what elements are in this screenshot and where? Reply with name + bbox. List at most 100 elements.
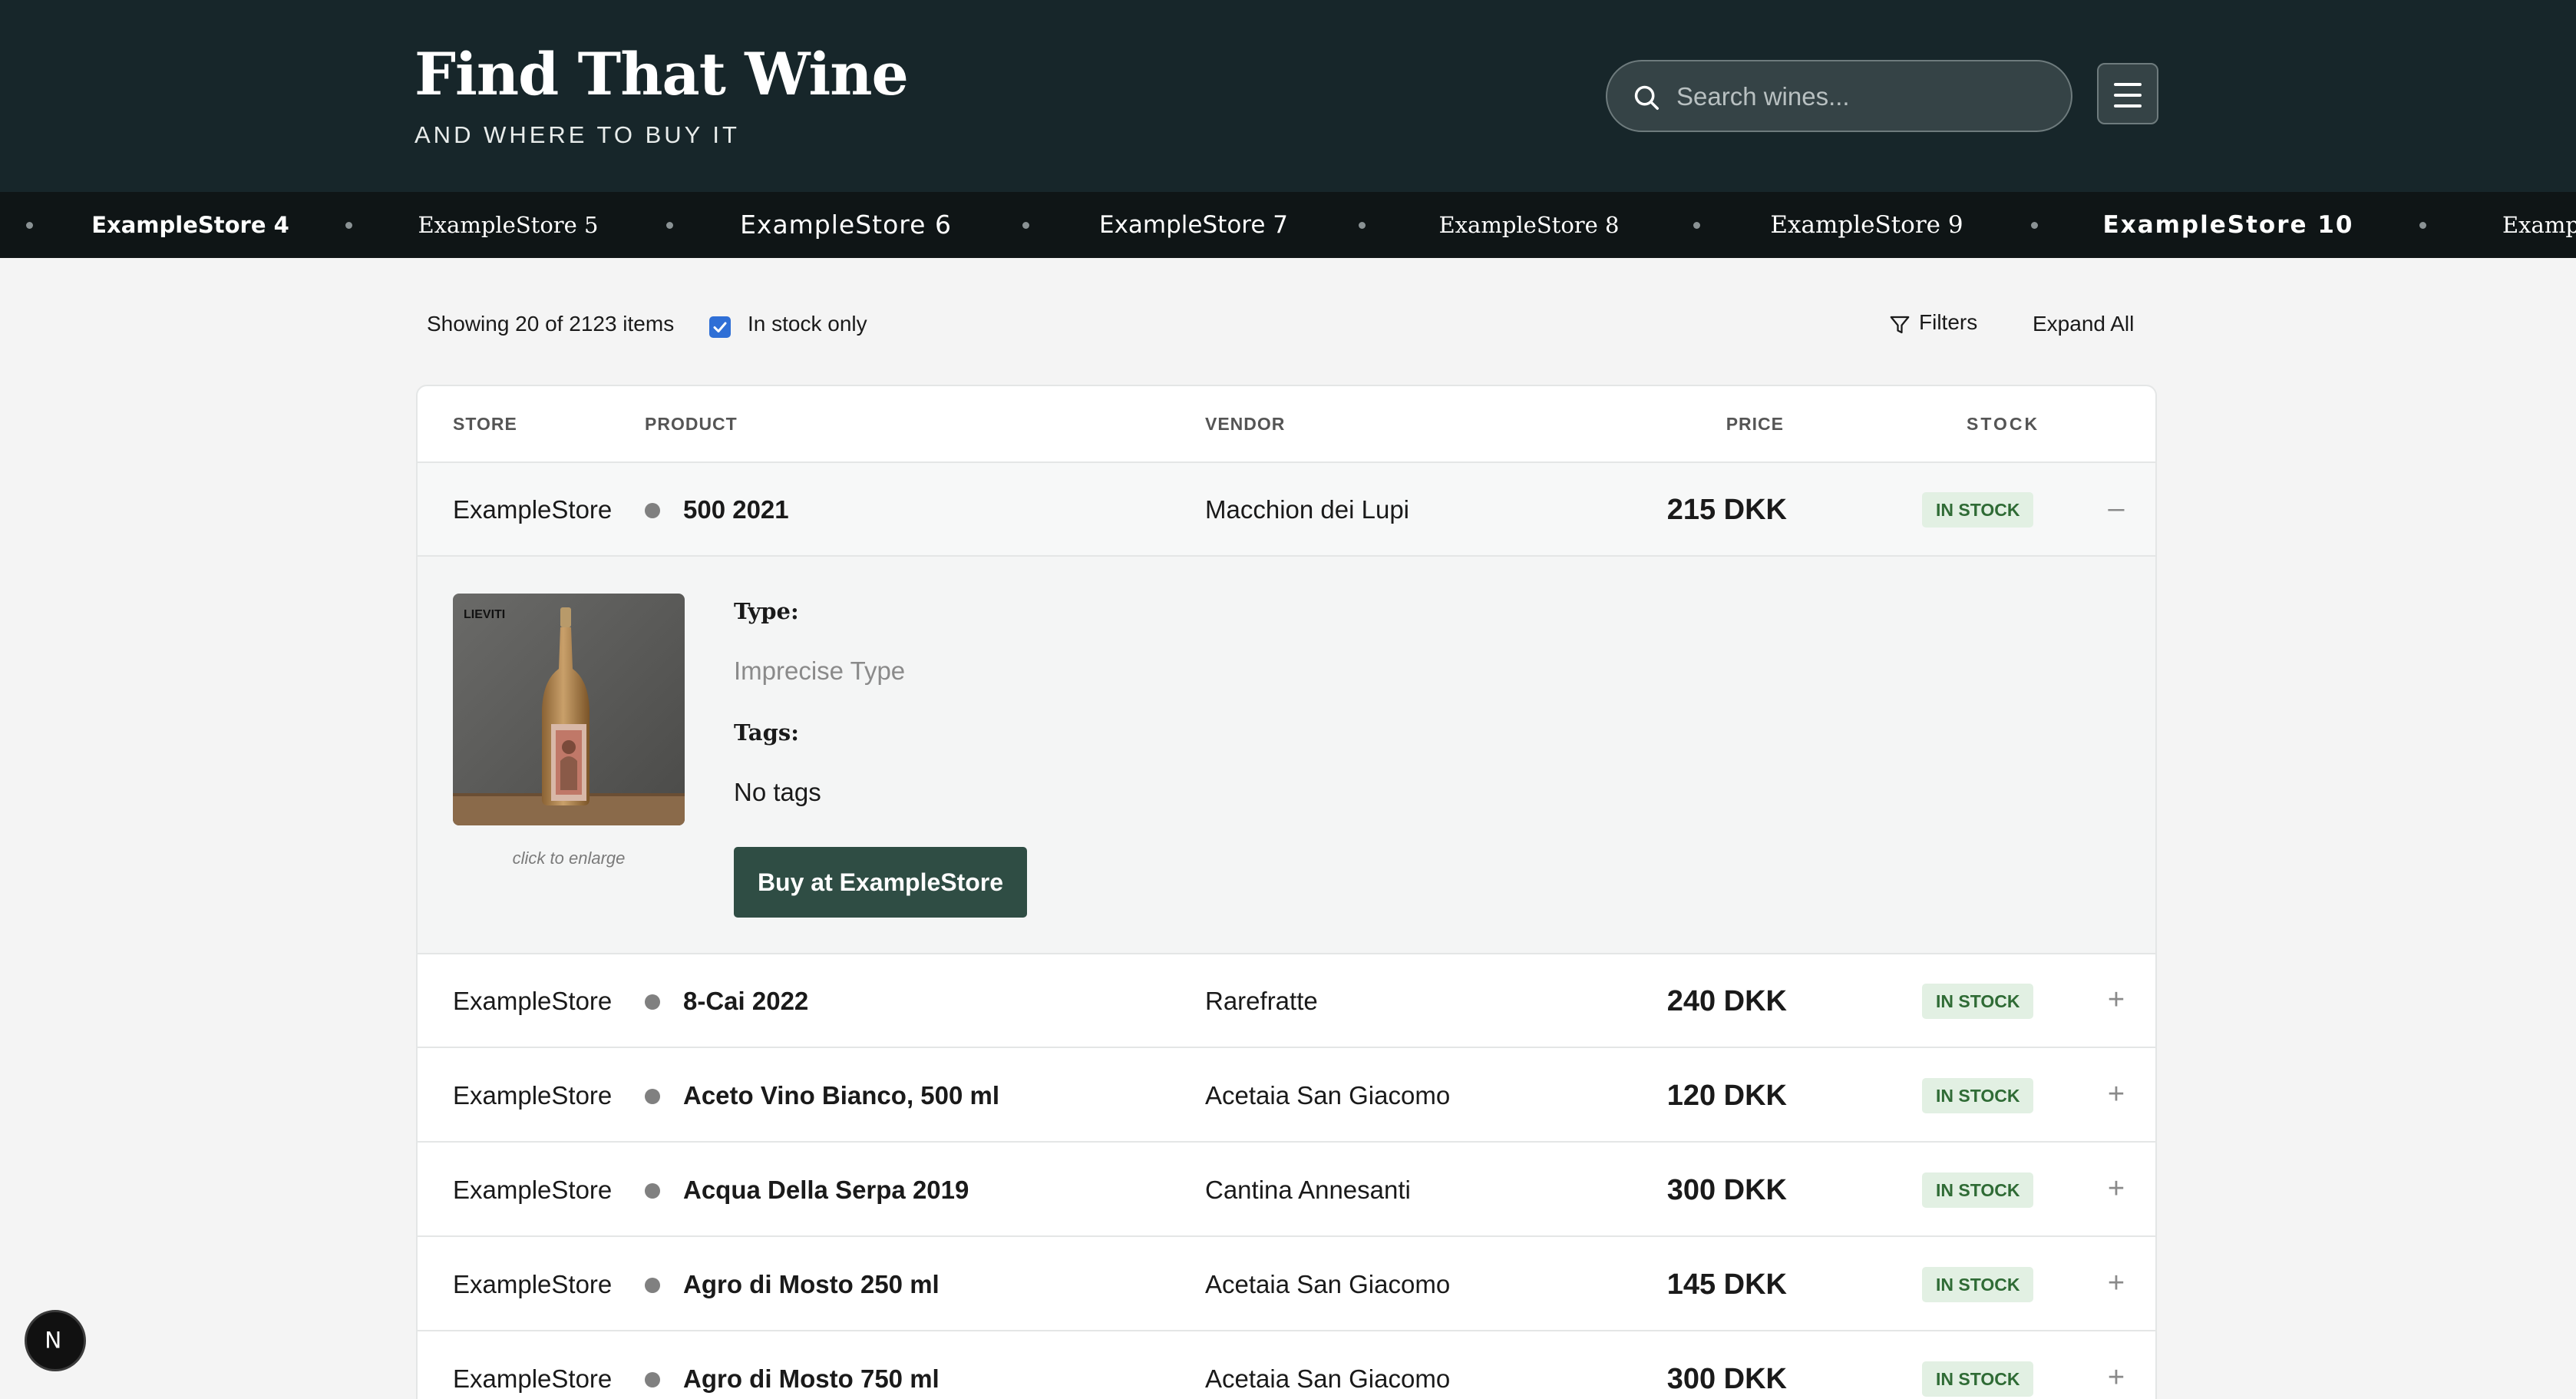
expand-row-button[interactable]: +	[2103, 954, 2129, 1048]
table-row[interactable]: ExampleStore Aceto Vino Bianco, 500 ml A…	[418, 1049, 2155, 1143]
stock-badge: IN STOCK	[1922, 1361, 2034, 1397]
ticker-store[interactable]: ExampleStore 6	[740, 192, 952, 258]
site-subtitle: AND WHERE TO BUY IT	[414, 121, 740, 148]
collapse-row-button[interactable]: –	[2103, 463, 2129, 557]
row-vendor: Cantina Annesanti	[1205, 1176, 1411, 1204]
column-header-price[interactable]: PRICE	[1726, 414, 1784, 435]
stock-badge: IN STOCK	[1922, 1267, 2034, 1302]
enlarge-hint: click to enlarge	[512, 848, 626, 868]
bottle-logo-text: LIEVITI	[464, 608, 505, 621]
product-image[interactable]: Macchion dei Lupi LIEVITI	[453, 594, 685, 825]
row-vendor: Macchion dei Lupi	[1205, 495, 1409, 524]
row-vendor: Acetaia San Giacomo	[1205, 1081, 1451, 1110]
status-dot	[645, 503, 660, 518]
row-store: ExampleStore	[453, 1270, 613, 1298]
status-dot	[645, 1278, 660, 1293]
row-detail-panel: Macchion dei Lupi LIEVITI click to enlar…	[418, 557, 2155, 954]
row-store: ExampleStore	[453, 1081, 613, 1110]
row-store: ExampleStore	[453, 987, 613, 1015]
search-icon	[1634, 85, 1659, 110]
wine-table: STORE PRODUCT VENDOR PRICE STOCK Example…	[416, 385, 2157, 1399]
row-product: Agro di Mosto 250 ml	[683, 1270, 940, 1298]
table-row[interactable]: ExampleStore 8-Cai 2022 Rarefratte 240 D…	[418, 954, 2155, 1048]
row-product: Acqua Della Serpa 2019	[683, 1176, 969, 1204]
buy-button[interactable]: Buy at ExampleStore	[734, 847, 1027, 918]
stock-badge: IN STOCK	[1922, 1078, 2034, 1113]
row-price: 215 DKK	[1666, 494, 1787, 526]
column-header-stock[interactable]: STOCK	[1967, 414, 2039, 435]
status-dot	[645, 994, 660, 1010]
hamburger-menu-icon	[2114, 83, 2142, 86]
row-price: 300 DKK	[1666, 1363, 1787, 1395]
row-vendor: Acetaia San Giacomo	[1205, 1364, 1451, 1393]
ticker-separator	[345, 222, 352, 229]
site-title[interactable]: Find That Wine	[414, 40, 909, 108]
expand-row-button[interactable]: +	[2103, 1332, 2129, 1399]
search-box[interactable]	[1606, 60, 2072, 132]
expand-row-button[interactable]: +	[2103, 1049, 2129, 1143]
type-label: Type:	[734, 598, 799, 624]
ticker-separator	[1359, 222, 1366, 229]
wine-bottle-icon: Macchion dei Lupi LIEVITI	[453, 594, 685, 825]
row-price: 300 DKK	[1666, 1174, 1787, 1206]
menu-button[interactable]	[2097, 63, 2158, 124]
hamburger-menu-icon	[2114, 104, 2142, 107]
expand-all-button[interactable]: Expand All	[2033, 312, 2134, 336]
stock-badge: IN STOCK	[1922, 984, 2034, 1019]
ticker-store[interactable]: ExampleStore 4	[91, 192, 289, 258]
row-vendor: Rarefratte	[1205, 987, 1318, 1015]
dev-badge-letter: N	[45, 1327, 61, 1353]
ticker-store[interactable]: ExampleStore 5	[418, 192, 599, 258]
nextjs-logo-icon: N	[45, 1327, 61, 1353]
type-value: Imprecise Type	[734, 657, 906, 685]
expand-row-button[interactable]: +	[2103, 1143, 2129, 1237]
row-product: Agro di Mosto 750 ml	[683, 1364, 940, 1393]
row-price: 145 DKK	[1666, 1268, 1787, 1301]
ticker-store[interactable]: ExampleStore 7	[1099, 192, 1288, 258]
ticker-separator	[1693, 222, 1700, 229]
site-header: Find That Wine AND WHERE TO BUY IT	[0, 0, 2576, 192]
status-dot	[645, 1089, 660, 1104]
ticker-separator	[666, 222, 673, 229]
column-header-store[interactable]: STORE	[453, 414, 517, 435]
column-header-vendor[interactable]: VENDOR	[1205, 414, 1285, 435]
results-count: Showing 20 of 2123 items	[427, 312, 675, 336]
row-store: ExampleStore	[453, 1364, 613, 1393]
filter-icon[interactable]	[1888, 313, 1911, 336]
in-stock-label[interactable]: In stock only	[748, 312, 867, 336]
hamburger-menu-icon	[2114, 94, 2142, 97]
row-store: ExampleStore	[453, 495, 613, 524]
column-header-product[interactable]: PRODUCT	[645, 414, 738, 435]
table-row[interactable]: ExampleStore 500 2021 Macchion dei Lupi …	[418, 463, 2155, 557]
checkmark-icon	[713, 322, 727, 332]
ticker-store[interactable]: Examp	[2502, 192, 2576, 258]
row-product: 8-Cai 2022	[683, 987, 809, 1015]
table-row[interactable]: ExampleStore Agro di Mosto 750 ml Acetai…	[418, 1332, 2155, 1399]
store-ticker: ExampleStore 4 ExampleStore 5 ExampleSto…	[0, 192, 2576, 258]
row-vendor: Acetaia San Giacomo	[1205, 1270, 1451, 1298]
stock-badge: IN STOCK	[1922, 1172, 2034, 1208]
status-dot	[645, 1372, 660, 1387]
ticker-separator	[2031, 222, 2038, 229]
ticker-separator	[2419, 222, 2426, 229]
row-store: ExampleStore	[453, 1176, 613, 1204]
row-price: 120 DKK	[1666, 1080, 1787, 1112]
tags-value: No tags	[734, 778, 821, 806]
status-dot	[645, 1183, 660, 1199]
row-product: 500 2021	[683, 495, 789, 524]
row-product: Aceto Vino Bianco, 500 ml	[683, 1081, 1000, 1110]
row-price: 240 DKK	[1666, 985, 1787, 1017]
ticker-store[interactable]: ExampleStore 9	[1770, 192, 1963, 258]
ticker-separator	[26, 222, 33, 229]
ticker-store[interactable]: ExampleStore 8	[1439, 192, 1620, 258]
tags-label: Tags:	[734, 719, 799, 746]
ticker-store[interactable]: ExampleStore 10	[2103, 192, 2354, 258]
table-row[interactable]: ExampleStore Acqua Della Serpa 2019 Cant…	[418, 1143, 2155, 1237]
filters-button[interactable]: Filters	[1919, 310, 1977, 335]
expand-row-button[interactable]: +	[2103, 1238, 2129, 1331]
table-row[interactable]: ExampleStore Agro di Mosto 250 ml Acetai…	[418, 1238, 2155, 1331]
ticker-separator	[1022, 222, 1029, 229]
in-stock-checkbox[interactable]	[709, 316, 731, 338]
dev-tools-badge[interactable]: N	[25, 1310, 86, 1371]
search-input[interactable]	[1676, 75, 2045, 118]
